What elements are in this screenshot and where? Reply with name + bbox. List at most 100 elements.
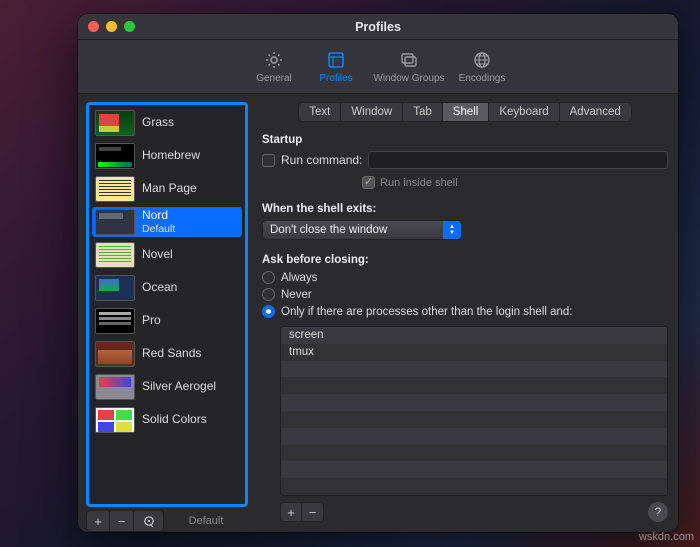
profile-thumbnail: [95, 209, 135, 235]
profile-name: Grass: [142, 116, 174, 130]
toolbar-encodings[interactable]: Encodings: [452, 45, 512, 88]
tab-window[interactable]: Window: [341, 102, 403, 122]
settings-panel: TextWindowTabShellKeyboardAdvanced Start…: [248, 94, 678, 532]
process-row[interactable]: [281, 394, 667, 411]
default-button[interactable]: Default: [164, 510, 248, 532]
shell-exit-value: Don't close the window: [270, 224, 387, 236]
profile-item[interactable]: Man Page: [92, 174, 242, 204]
radio-always[interactable]: [262, 271, 275, 284]
window-title: Profiles: [78, 20, 678, 34]
zoom-window-icon[interactable]: [124, 21, 135, 32]
updown-icon: ▲▼: [443, 221, 461, 239]
toolbar: General Profiles Window Groups Encodings: [78, 40, 678, 94]
radio-never-label: Never: [281, 289, 312, 301]
profile-item[interactable]: Pro: [92, 306, 242, 336]
profile-list[interactable]: Grass Homebrew Man Page NordDefault Novel Oce…: [86, 102, 248, 507]
stack-icon: [398, 49, 420, 71]
profile-item[interactable]: Novel: [92, 240, 242, 270]
run-inside-shell-row: Run inside shell: [362, 176, 668, 189]
profile-thumbnail: [95, 143, 135, 169]
profile-thumbnail: [95, 341, 135, 367]
profile-sub: Default: [142, 223, 175, 235]
tab-shell[interactable]: Shell: [443, 102, 490, 122]
panel-footer: + − ?: [280, 502, 668, 522]
sidebar: Grass Homebrew Man Page NordDefault Novel Oce…: [78, 94, 248, 532]
process-row[interactable]: [281, 361, 667, 378]
profile-name: Red Sands: [142, 347, 201, 361]
profile-name: Pro: [142, 314, 161, 328]
radio-row-onlyif: Only if there are processes other than t…: [262, 305, 668, 318]
preferences-window: Profiles General Profiles Window Groups Enc…: [78, 14, 678, 532]
titlebar: Profiles: [78, 14, 678, 40]
tab-advanced[interactable]: Advanced: [560, 102, 632, 122]
run-command-label: Run command:: [281, 153, 362, 167]
run-command-row: Run command:: [262, 151, 668, 169]
tab-keyboard[interactable]: Keyboard: [489, 102, 559, 122]
profile-item[interactable]: Solid Colors: [92, 405, 242, 435]
radio-row-always: Always: [262, 271, 668, 284]
profile-name: Ocean: [142, 281, 177, 295]
toolbar-label: Window Groups: [373, 73, 444, 84]
close-window-icon[interactable]: [88, 21, 99, 32]
run-inside-shell-checkbox[interactable]: [362, 176, 375, 189]
process-row[interactable]: [281, 377, 667, 394]
help-button[interactable]: ?: [648, 502, 668, 522]
process-pm: + −: [280, 502, 324, 522]
profile-actions-menu[interactable]: [134, 510, 164, 532]
toolbar-profiles[interactable]: Profiles: [306, 45, 366, 88]
radio-always-label: Always: [281, 272, 317, 284]
process-row[interactable]: [281, 461, 667, 478]
globe-icon: [471, 49, 493, 71]
profile-thumbnail: [95, 275, 135, 301]
profile-name: Homebrew: [142, 149, 200, 163]
process-list[interactable]: screentmux: [280, 326, 668, 496]
toolbar-label: General: [256, 73, 292, 84]
profile-name: Silver Aerogel: [142, 380, 216, 394]
run-command-input[interactable]: [368, 151, 668, 169]
tab-text[interactable]: Text: [298, 102, 341, 122]
radio-never[interactable]: [262, 288, 275, 301]
toolbar-general[interactable]: General: [244, 45, 304, 88]
remove-process-button[interactable]: −: [302, 502, 324, 522]
add-process-button[interactable]: +: [280, 502, 302, 522]
traffic-lights: [88, 21, 135, 32]
toolbar-groups[interactable]: Window Groups: [368, 45, 450, 88]
remove-profile-button[interactable]: −: [110, 510, 134, 532]
profile-item[interactable]: Red Sands: [92, 339, 242, 369]
profile-icon: [325, 49, 347, 71]
process-row[interactable]: screen: [281, 327, 667, 344]
process-row[interactable]: [281, 478, 667, 495]
add-profile-button[interactable]: +: [86, 510, 110, 532]
tab-bar: TextWindowTabShellKeyboardAdvanced: [262, 102, 668, 122]
shell-exit-header: When the shell exits:: [262, 203, 668, 215]
radio-row-never: Never: [262, 288, 668, 301]
radio-onlyif-label: Only if there are processes other than t…: [281, 306, 573, 318]
tab-tab[interactable]: Tab: [403, 102, 443, 122]
process-row[interactable]: [281, 411, 667, 428]
shell-exit-select[interactable]: Don't close the window ▲▼: [262, 220, 462, 240]
sidebar-footer: + − Default: [86, 510, 248, 532]
profile-item[interactable]: Grass: [92, 108, 242, 138]
profile-name: NordDefault: [142, 209, 175, 235]
content: Grass Homebrew Man Page NordDefault Novel Oce…: [78, 94, 678, 532]
radio-onlyif[interactable]: [262, 305, 275, 318]
profile-name: Novel: [142, 248, 173, 262]
profile-thumbnail: [95, 407, 135, 433]
profile-item[interactable]: Homebrew: [92, 141, 242, 171]
run-command-checkbox[interactable]: [262, 154, 275, 167]
process-row[interactable]: [281, 445, 667, 462]
profile-thumbnail: [95, 308, 135, 334]
profile-name: Solid Colors: [142, 413, 207, 427]
profile-thumbnail: [95, 242, 135, 268]
profile-item[interactable]: Ocean: [92, 273, 242, 303]
profile-thumbnail: [95, 110, 135, 136]
run-inside-shell-label: Run inside shell: [380, 177, 458, 189]
process-row[interactable]: [281, 428, 667, 445]
watermark: wskdn.com: [639, 531, 694, 543]
process-row[interactable]: tmux: [281, 344, 667, 361]
profile-item[interactable]: NordDefault: [92, 207, 242, 237]
startup-header: Startup: [262, 134, 668, 146]
minimize-window-icon[interactable]: [106, 21, 117, 32]
gear-icon: [263, 49, 285, 71]
profile-item[interactable]: Silver Aerogel: [92, 372, 242, 402]
